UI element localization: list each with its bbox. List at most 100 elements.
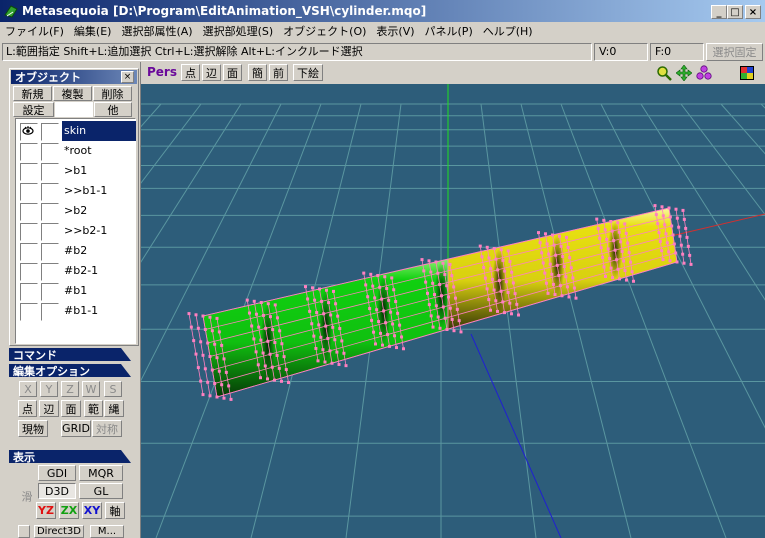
menu-selection-attr[interactable]: 選択部属性(A) [116, 23, 197, 41]
object-row-hb1[interactable]: #b1 [18, 281, 134, 301]
object-name: skin [62, 121, 136, 141]
view-simple-button[interactable]: 簡 [248, 64, 267, 81]
lock-toggle[interactable] [41, 243, 59, 261]
view-front-button[interactable]: 前 [269, 64, 288, 81]
gl-button[interactable]: GL [79, 483, 123, 499]
viewport-toolbar: Pers 点 辺 面 簡 前 下絵 [141, 62, 765, 84]
visibility-toggle[interactable] [20, 203, 38, 221]
lock-toggle[interactable] [41, 123, 59, 141]
menu-help[interactable]: ヘルプ(H) [478, 23, 538, 41]
duplicate-object-button[interactable]: 複製 [53, 86, 92, 101]
view-yz-button[interactable]: YZ [36, 502, 56, 519]
d3d-button[interactable]: D3D [38, 483, 76, 499]
lock-toggle[interactable] [41, 163, 59, 181]
zoom-icon[interactable] [656, 65, 672, 81]
visibility-toggle[interactable] [20, 243, 38, 261]
menu-view[interactable]: 表示(V) [371, 23, 419, 41]
more-button[interactable]: M... [90, 525, 124, 538]
visibility-toggle[interactable] [20, 183, 38, 201]
rotate-view-icon[interactable] [696, 65, 712, 81]
range-mode-button[interactable]: 範 [84, 400, 103, 417]
minimize-button[interactable]: _ [711, 5, 727, 19]
menu-selection-process[interactable]: 選択部処理(S) [198, 23, 279, 41]
window-title: Metasequoia [D:\Program\EditAnimation_VS… [22, 4, 427, 18]
object-row-b2-1[interactable]: >>b2-1 [18, 221, 134, 241]
edit-options-tab[interactable]: 編集オプション [9, 364, 131, 377]
axis-display-button[interactable]: 軸 [105, 502, 125, 519]
lock-toggle[interactable] [41, 143, 59, 161]
object-panel-close-button[interactable]: × [121, 71, 134, 83]
axis-s-button[interactable]: S [104, 381, 122, 397]
view-edge-button[interactable]: 辺 [202, 64, 221, 81]
maximize-button[interactable]: □ [727, 5, 743, 19]
lock-toggle[interactable] [41, 303, 59, 321]
app-icon [4, 5, 18, 18]
object-row-skin[interactable]: skin [18, 121, 136, 141]
view-face-button[interactable]: 面 [223, 64, 242, 81]
lock-toggle[interactable] [41, 203, 59, 221]
direct3d-button[interactable]: Direct3D [34, 525, 84, 538]
object-name: >>b2-1 [64, 224, 108, 237]
lock-toggle[interactable] [41, 263, 59, 281]
close-button[interactable]: × [745, 5, 761, 19]
object-row-b1-1[interactable]: >>b1-1 [18, 181, 134, 201]
display-panel-tab[interactable]: 表示 [9, 450, 131, 463]
grid-button[interactable]: GRID [61, 420, 91, 437]
visibility-toggle[interactable] [20, 303, 38, 321]
display-panel-title: 表示 [13, 450, 35, 464]
menu-edit[interactable]: 編集(E) [69, 23, 117, 41]
visibility-toggle[interactable] [20, 163, 38, 181]
face-mode-button[interactable]: 面 [61, 400, 81, 417]
axis-x-button[interactable]: X [19, 381, 37, 397]
projection-mode[interactable]: Pers [147, 65, 177, 79]
object-other-button[interactable]: 他 [94, 102, 132, 117]
lock-toggle[interactable] [41, 283, 59, 301]
move-view-icon[interactable] [676, 65, 692, 81]
actual-button[interactable]: 現物 [18, 420, 48, 437]
direct3d-checkbox[interactable] [18, 525, 30, 538]
lasso-mode-button[interactable]: 縄 [104, 400, 124, 417]
view-vertex-button[interactable]: 点 [181, 64, 200, 81]
mqr-button[interactable]: MQR [79, 465, 123, 481]
symmetry-button[interactable]: 対称 [92, 420, 122, 437]
axis-z-button[interactable]: Z [61, 381, 79, 397]
object-row-root[interactable]: *root [18, 141, 134, 161]
visibility-toggle[interactable] [20, 143, 38, 161]
menu-bar: ファイル(F) 編集(E) 選択部属性(A) 選択部処理(S) オブジェクト(O… [0, 22, 765, 42]
menu-file[interactable]: ファイル(F) [0, 23, 69, 41]
delete-object-button[interactable]: 削除 [93, 86, 132, 101]
lock-toggle[interactable] [41, 223, 59, 241]
lock-selection-button[interactable]: 選択固定 [706, 43, 763, 61]
view-xy-button[interactable]: XY [82, 502, 102, 519]
command-panel-tab[interactable]: コマンド [9, 348, 131, 361]
3d-viewport[interactable] [141, 84, 765, 538]
visibility-toggle[interactable] [20, 263, 38, 281]
title-bar: Metasequoia [D:\Program\EditAnimation_VS… [0, 0, 765, 22]
visibility-toggle[interactable] [20, 283, 38, 301]
object-settings-button[interactable]: 設定 [13, 102, 54, 117]
new-object-button[interactable]: 新規 [13, 86, 52, 101]
edge-mode-button[interactable]: 辺 [39, 400, 59, 417]
axis-y-button[interactable]: Y [40, 381, 58, 397]
menu-object[interactable]: オブジェクト(O) [278, 23, 371, 41]
vertex-mode-button[interactable]: 点 [18, 400, 37, 417]
underlay-button[interactable]: 下絵 [293, 64, 323, 81]
object-row-b1[interactable]: >b1 [18, 161, 134, 181]
gdi-button[interactable]: GDI [38, 465, 76, 481]
object-name: #b2-1 [64, 264, 99, 277]
object-row-hb2-1[interactable]: #b2-1 [18, 261, 134, 281]
visibility-toggle[interactable] [20, 123, 38, 141]
layout-icon[interactable] [739, 65, 755, 81]
visibility-toggle[interactable] [20, 223, 38, 241]
axis-w-button[interactable]: W [82, 381, 100, 397]
menu-panel[interactable]: パネル(P) [420, 23, 478, 41]
viewport-scene [141, 84, 765, 538]
status-hint: L:範囲指定 Shift+L:追加選択 Ctrl+L:選択解除 Alt+L:イン… [2, 43, 592, 61]
object-row-b2[interactable]: >b2 [18, 201, 134, 221]
lock-toggle[interactable] [41, 183, 59, 201]
object-row-hb2[interactable]: #b2 [18, 241, 134, 261]
object-row-hb1-1[interactable]: #b1-1 [18, 301, 134, 321]
edit-options-title: 編集オプション [13, 364, 90, 378]
object-name: >b1 [64, 164, 88, 177]
view-zx-button[interactable]: ZX [59, 502, 79, 519]
